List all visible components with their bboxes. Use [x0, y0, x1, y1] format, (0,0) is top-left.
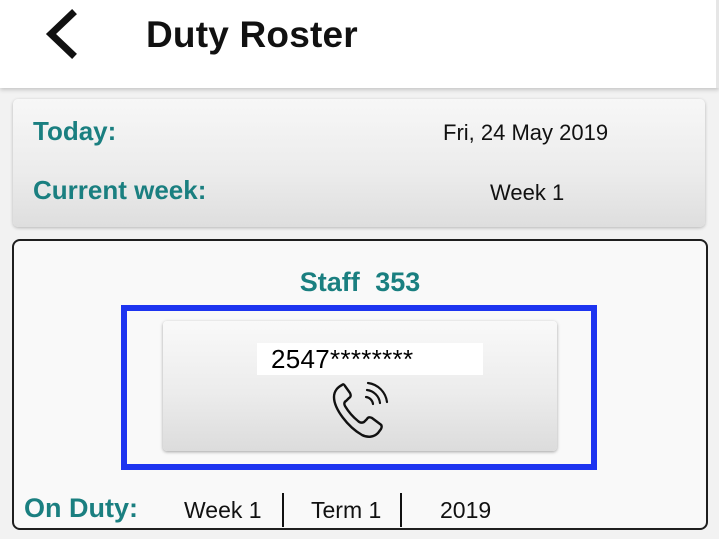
highlight-box: 2547******** [121, 305, 597, 470]
staff-card: Staff 353 2547******** On Duty: Week 1 T… [12, 239, 708, 530]
today-label: Today: [33, 116, 117, 146]
date-info-card: Today: Fri, 24 May 2019 Current week: We… [13, 99, 705, 227]
today-value: Fri, 24 May 2019 [443, 120, 609, 145]
divider [282, 493, 284, 527]
phone-number: 2547******** [257, 343, 483, 375]
on-duty-week: Week 1 [184, 497, 262, 523]
divider [400, 493, 402, 527]
chevron-left-icon [45, 9, 77, 59]
back-button[interactable] [30, 6, 90, 62]
page-title: Duty Roster [146, 14, 358, 55]
app-bar: Duty Roster [0, 0, 719, 88]
on-duty-label: On Duty: [24, 493, 138, 523]
call-button[interactable]: 2547******** [163, 321, 557, 451]
staff-number: 353 [375, 267, 421, 297]
current-week-value: Week 1 [490, 180, 565, 205]
phone-call-icon [332, 381, 389, 438]
current-week-label: Current week: [33, 175, 207, 205]
on-duty-term: Term 1 [311, 497, 382, 523]
staff-label: Staff [299, 267, 360, 297]
on-duty-year: 2019 [440, 497, 492, 523]
staff-title: Staff 353 [14, 267, 706, 298]
